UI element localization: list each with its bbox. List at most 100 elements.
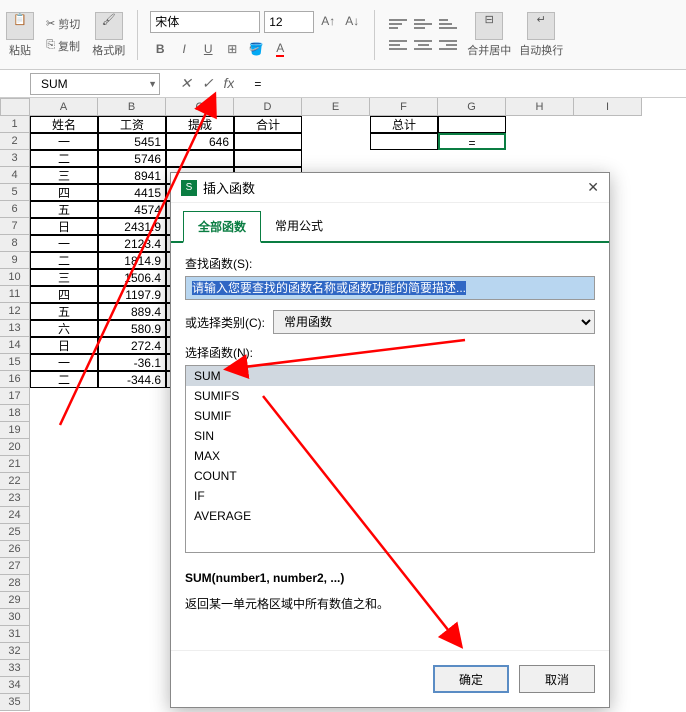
align-top-icon[interactable] (387, 15, 409, 33)
row-header-1[interactable]: 1 (0, 116, 30, 133)
font-size-select[interactable] (264, 11, 314, 33)
ok-button[interactable]: 确定 (433, 665, 509, 693)
col-header-H[interactable]: H (506, 98, 574, 116)
function-item-sumifs[interactable]: SUMIFS (186, 386, 594, 406)
cancel-button[interactable]: 取消 (519, 665, 595, 693)
merge-center-button[interactable]: ⊟ 合并居中 (467, 12, 511, 58)
align-middle-icon[interactable] (412, 15, 434, 33)
cell-C1[interactable]: 提成 (166, 116, 234, 133)
cell-D2[interactable] (234, 133, 302, 150)
row-header-28[interactable]: 28 (0, 575, 30, 592)
row-header-35[interactable]: 35 (0, 694, 30, 711)
name-box[interactable]: SUM ▼ (30, 73, 160, 95)
align-center-icon[interactable] (412, 36, 434, 54)
cell-A1[interactable]: 姓名 (30, 116, 98, 133)
row-header-2[interactable]: 2 (0, 133, 30, 150)
row-header-3[interactable]: 3 (0, 150, 30, 167)
col-header-I[interactable]: I (574, 98, 642, 116)
font-family-select[interactable] (150, 11, 260, 33)
function-item-if[interactable]: IF (186, 486, 594, 506)
cell-A12[interactable]: 五 (30, 303, 98, 320)
cell-D1[interactable]: 合计 (234, 116, 302, 133)
cell-B10[interactable]: 1506.4 (98, 269, 166, 286)
row-header-31[interactable]: 31 (0, 626, 30, 643)
increase-font-icon[interactable]: A↑ (318, 11, 338, 31)
italic-button[interactable]: I (174, 39, 194, 59)
cell-A14[interactable]: 日 (30, 337, 98, 354)
cell-B7[interactable]: 2431.9 (98, 218, 166, 235)
function-item-max[interactable]: MAX (186, 446, 594, 466)
row-header-19[interactable]: 19 (0, 422, 30, 439)
function-item-count[interactable]: COUNT (186, 466, 594, 486)
cell-B14[interactable]: 272.4 (98, 337, 166, 354)
cell-B12[interactable]: 889.4 (98, 303, 166, 320)
cell-G2[interactable]: = (438, 133, 506, 150)
row-header-5[interactable]: 5 (0, 184, 30, 201)
cell-B8[interactable]: 2123.4 (98, 235, 166, 252)
auto-wrap-button[interactable]: ↵ 自动换行 (519, 12, 563, 58)
row-header-11[interactable]: 11 (0, 286, 30, 303)
cell-B4[interactable]: 8941 (98, 167, 166, 184)
select-all-corner[interactable] (0, 98, 30, 116)
row-header-32[interactable]: 32 (0, 643, 30, 660)
align-bottom-icon[interactable] (437, 15, 459, 33)
row-header-27[interactable]: 27 (0, 558, 30, 575)
col-header-D[interactable]: D (234, 98, 302, 116)
underline-button[interactable]: U (198, 39, 218, 59)
bold-button[interactable]: B (150, 39, 170, 59)
row-header-33[interactable]: 33 (0, 660, 30, 677)
cut-button[interactable]: ✂ 剪切 (42, 14, 84, 34)
function-list[interactable]: SUMSUMIFSSUMIFSINMAXCOUNTIFAVERAGE (185, 365, 595, 553)
row-header-25[interactable]: 25 (0, 524, 30, 541)
row-header-26[interactable]: 26 (0, 541, 30, 558)
cell-A16[interactable]: 二 (30, 371, 98, 388)
search-function-input[interactable]: 请输入您要查找的函数名称或函数功能的简要描述... (185, 276, 595, 300)
row-header-9[interactable]: 9 (0, 252, 30, 269)
category-select[interactable]: 常用函数 (273, 310, 595, 334)
cell-B6[interactable]: 4574 (98, 201, 166, 218)
cell-B3[interactable]: 5746 (98, 150, 166, 167)
cell-D3[interactable] (234, 150, 302, 167)
align-right-icon[interactable] (437, 36, 459, 54)
col-header-E[interactable]: E (302, 98, 370, 116)
format-painter-button[interactable]: 🖌 格式刷 (92, 12, 125, 58)
copy-button[interactable]: ⎘ 复制 (42, 36, 84, 56)
col-header-A[interactable]: A (30, 98, 98, 116)
row-header-21[interactable]: 21 (0, 456, 30, 473)
cell-C2[interactable]: 646 (166, 133, 234, 150)
col-header-F[interactable]: F (370, 98, 438, 116)
cell-A3[interactable]: 二 (30, 150, 98, 167)
cell-B15[interactable]: -36.1 (98, 354, 166, 371)
cell-B1[interactable]: 工资 (98, 116, 166, 133)
row-header-20[interactable]: 20 (0, 439, 30, 456)
cell-B5[interactable]: 4415 (98, 184, 166, 201)
function-item-average[interactable]: AVERAGE (186, 506, 594, 526)
row-header-6[interactable]: 6 (0, 201, 30, 218)
cell-A13[interactable]: 六 (30, 320, 98, 337)
col-header-G[interactable]: G (438, 98, 506, 116)
cell-F1[interactable]: 总计 (370, 116, 438, 133)
cell-A2[interactable]: 一 (30, 133, 98, 150)
formula-input[interactable] (234, 73, 686, 95)
font-color-button[interactable]: A (270, 39, 290, 59)
cell-A8[interactable]: 一 (30, 235, 98, 252)
row-header-15[interactable]: 15 (0, 354, 30, 371)
cell-A5[interactable]: 四 (30, 184, 98, 201)
fx-icon[interactable]: fx (223, 75, 234, 92)
row-header-14[interactable]: 14 (0, 337, 30, 354)
cell-B13[interactable]: 580.9 (98, 320, 166, 337)
cell-A9[interactable]: 二 (30, 252, 98, 269)
row-header-8[interactable]: 8 (0, 235, 30, 252)
row-header-30[interactable]: 30 (0, 609, 30, 626)
function-item-sumif[interactable]: SUMIF (186, 406, 594, 426)
cell-B11[interactable]: 1197.9 (98, 286, 166, 303)
cell-F2[interactable] (370, 133, 438, 150)
cell-A4[interactable]: 三 (30, 167, 98, 184)
row-header-24[interactable]: 24 (0, 507, 30, 524)
cancel-icon[interactable]: ✕ (180, 75, 192, 92)
row-header-16[interactable]: 16 (0, 371, 30, 388)
col-header-B[interactable]: B (98, 98, 166, 116)
row-header-17[interactable]: 17 (0, 388, 30, 405)
fill-color-button[interactable]: 🪣 (246, 39, 266, 59)
cell-C3[interactable] (166, 150, 234, 167)
